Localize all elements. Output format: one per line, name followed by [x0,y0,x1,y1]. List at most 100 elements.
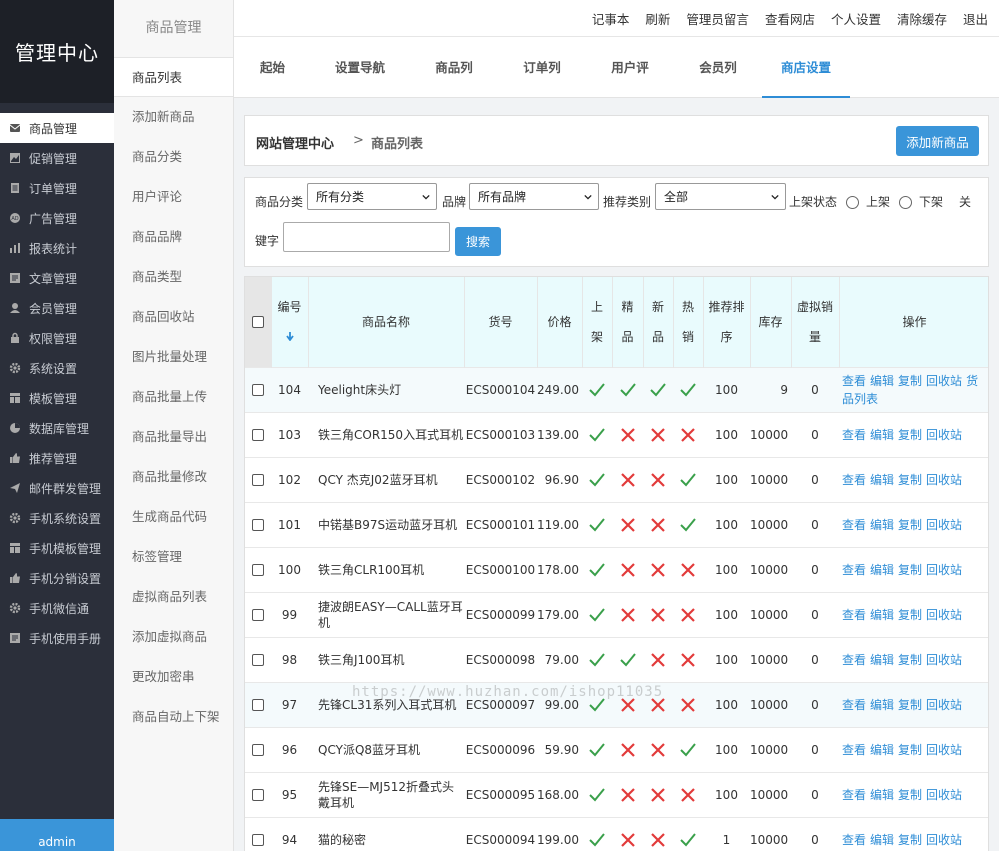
check-icon[interactable] [618,652,638,666]
cell-price[interactable]: 79.00 [537,636,582,682]
check-icon[interactable] [587,697,607,711]
top-link[interactable]: 刷新 [645,9,670,28]
sidebar-item-13[interactable]: 手机系统设置 [0,503,114,533]
search-button[interactable]: 搜索 [455,227,501,256]
cross-icon[interactable] [678,652,698,667]
top-link[interactable]: 退出 [963,9,988,28]
op-link[interactable]: 复制 [898,428,922,442]
cross-icon[interactable] [618,787,638,802]
op-link[interactable]: 查看 [842,653,866,667]
submenu-item[interactable]: 添加新商品 [114,97,233,137]
header-name[interactable]: 商品名称 [308,277,465,367]
op-link[interactable]: 查看 [842,563,866,577]
cell-best[interactable] [612,726,643,772]
cell-sort[interactable]: 100 [703,681,750,727]
op-link[interactable]: 复制 [898,608,922,622]
cell-price[interactable]: 59.90 [537,726,582,772]
cell-new[interactable] [643,771,673,817]
check-icon[interactable] [587,472,607,486]
breadcrumb-home[interactable]: 网站管理中心 [256,133,334,152]
sidebar-item-9[interactable]: 模板管理 [0,383,114,413]
cell-price[interactable]: 119.00 [537,501,582,547]
op-link[interactable]: 回收站 [926,788,962,802]
cell-sort[interactable]: 1 [703,816,750,851]
cell-sn[interactable]: ECS000094 [464,816,537,851]
header-new[interactable]: 新品 [643,277,674,367]
cell-virtual[interactable]: 0 [791,681,839,727]
cell-price[interactable]: 139.00 [537,411,582,457]
keyword-input[interactable] [283,222,450,252]
op-link[interactable]: 复制 [898,374,922,388]
sidebar-item-6[interactable]: 会员管理 [0,293,114,323]
current-user[interactable]: admin [0,819,114,851]
cell-sn[interactable]: ECS000096 [464,726,537,772]
tab[interactable]: 商店设置 [762,37,850,98]
row-checkbox[interactable] [252,789,264,801]
cross-icon[interactable] [618,607,638,622]
cell-hot[interactable] [673,501,703,547]
op-link[interactable]: 编辑 [870,473,894,487]
op-link[interactable]: 回收站 [926,374,962,388]
cell-best[interactable] [612,501,643,547]
cross-icon[interactable] [648,787,668,802]
cross-icon[interactable] [618,742,638,757]
check-icon[interactable] [587,562,607,576]
header-hot[interactable]: 热销 [673,277,704,367]
header-on-sale[interactable]: 上架 [582,277,613,367]
op-link[interactable]: 查看 [842,833,866,847]
submenu-item[interactable]: 商品回收站 [114,297,233,337]
submenu-item[interactable]: 用户评论 [114,177,233,217]
cell-sort[interactable]: 100 [703,546,750,592]
cell-sn[interactable]: ECS000099 [464,591,537,637]
cell-on-sale[interactable] [582,456,612,502]
sidebar-item-0[interactable]: 商品管理 [0,113,114,143]
cell-new[interactable] [643,816,673,851]
cell-sn[interactable]: ECS000103 [464,411,537,457]
op-link[interactable]: 编辑 [870,653,894,667]
op-link[interactable]: 回收站 [926,698,962,712]
cell-stock[interactable]: 9 [750,366,791,412]
row-checkbox[interactable] [252,519,264,531]
row-checkbox[interactable] [252,699,264,711]
submenu-item[interactable]: 商品批量上传 [114,377,233,417]
check-icon[interactable] [678,832,698,847]
header-best[interactable]: 精品 [612,277,644,367]
cell-virtual[interactable]: 0 [791,501,839,547]
tab[interactable]: 商品列表 [430,37,478,136]
cross-icon[interactable] [678,787,698,802]
sidebar-item-8[interactable]: 系统设置 [0,353,114,383]
cell-new[interactable] [643,591,673,637]
submenu-item[interactable]: 图片批量处理 [114,337,233,377]
cell-on-sale[interactable] [582,591,612,637]
cross-icon[interactable] [648,607,668,622]
cross-icon[interactable] [648,562,668,577]
op-link[interactable]: 回收站 [926,653,962,667]
op-link[interactable]: 回收站 [926,608,962,622]
op-link[interactable]: 回收站 [926,833,962,847]
cell-best[interactable] [612,636,643,682]
cell-new[interactable] [643,726,673,772]
cell-new[interactable] [643,636,673,682]
op-link[interactable]: 编辑 [870,563,894,577]
op-link[interactable]: 复制 [898,833,922,847]
add-product-button[interactable]: 添加新商品 [896,126,979,156]
op-link[interactable]: 复制 [898,743,922,757]
check-icon[interactable] [678,742,698,756]
cell-price[interactable]: 249.00 [537,366,582,412]
select-all-checkbox[interactable] [251,316,264,329]
category-select[interactable]: 所有分类 [307,183,437,210]
cell-hot[interactable] [673,366,703,412]
cell-price[interactable]: 199.00 [537,816,582,851]
cell-on-sale[interactable] [582,636,612,682]
cell-virtual[interactable]: 0 [791,726,839,772]
sidebar-item-12[interactable]: 邮件群发管理 [0,473,114,503]
op-link[interactable]: 编辑 [870,608,894,622]
cell-best[interactable] [612,816,643,851]
cross-icon[interactable] [648,652,668,667]
op-link[interactable]: 编辑 [870,743,894,757]
op-link[interactable]: 查看 [842,743,866,757]
op-link[interactable]: 查看 [842,518,866,532]
submenu-item[interactable]: 商品分类 [114,137,233,177]
cross-icon[interactable] [648,742,668,757]
cell-best[interactable] [612,411,643,457]
